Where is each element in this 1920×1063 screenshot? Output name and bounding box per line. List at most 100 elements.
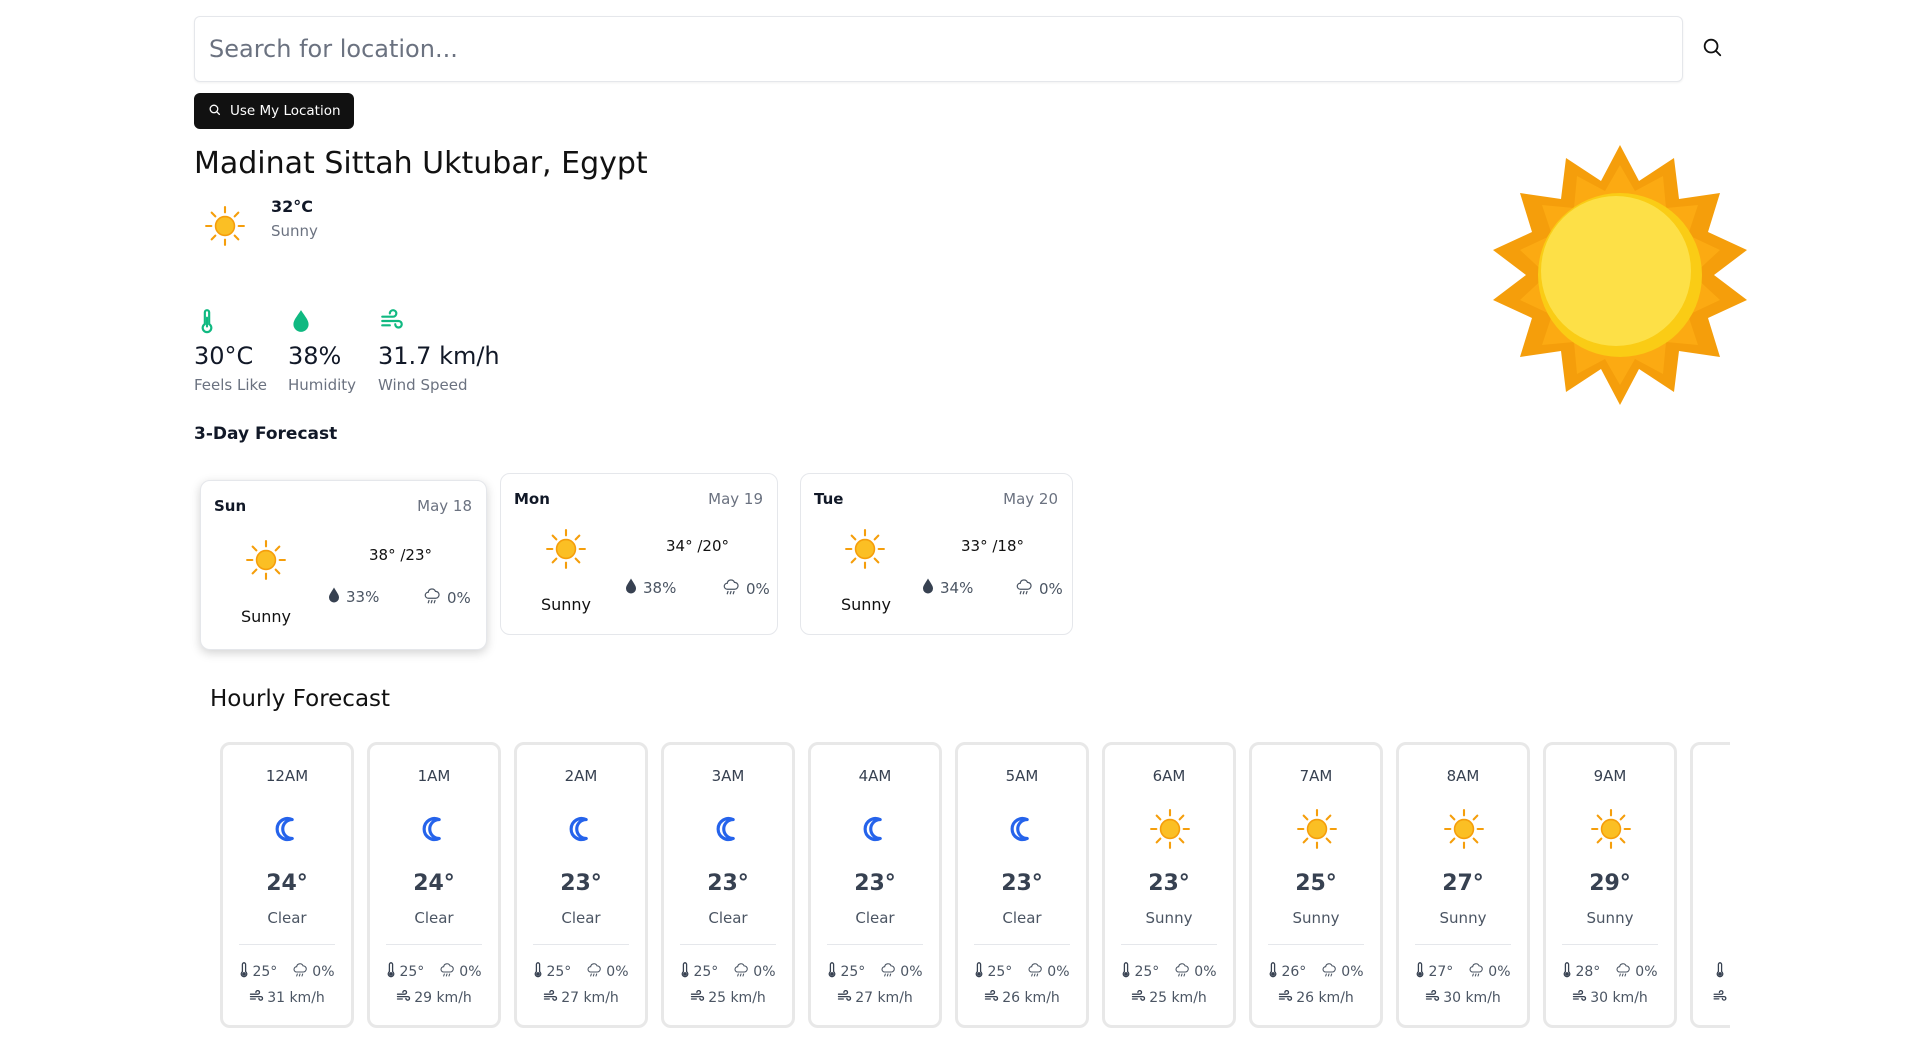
divider: [533, 944, 629, 945]
hourly-scroller[interactable]: 12AM 24° Clear 25° 0% 31 km/h 1AM 24° Clear 25° 0%…: [220, 740, 1730, 1032]
hour-feels-like: 25°: [546, 964, 572, 980]
hour-card[interactable]: 7AM 25° Sunny 26° 0% 26 km/h: [1249, 742, 1383, 1028]
hour-condition: Clear: [708, 909, 748, 927]
sun-icon: [245, 539, 287, 581]
day-humidity-value: 34%: [940, 579, 974, 597]
hour-temperature: 27°: [1442, 871, 1484, 896]
sun-icon: [1296, 808, 1338, 850]
hour-wind-speed: 30 km/h: [1590, 990, 1648, 1006]
cloud-rain-icon: [879, 962, 897, 982]
moon-icon: [414, 808, 456, 850]
hour-time: 3AM: [711, 767, 745, 785]
hour-rain-chance: 0%: [1488, 964, 1511, 980]
hour-card[interactable]: 12AM 24° Clear 25° 0% 31 km/h: [220, 742, 354, 1028]
hour-card[interactable]: 1AM 24° Clear 25° 0% 29 km/h: [367, 742, 501, 1028]
hour-card[interactable]: 6AM 23° Sunny 25° 0% 25 km/h: [1102, 742, 1236, 1028]
hour-temperature: 24°: [413, 871, 455, 896]
thermometer-icon: [239, 962, 249, 982]
hour-rain-chance: 0%: [1047, 964, 1070, 980]
hour-condition: Sunny: [1145, 909, 1193, 927]
sun-icon: [1443, 808, 1485, 850]
feels-like-stat: 30°C Feels Like: [194, 308, 267, 394]
day-condition: Sunny: [540, 595, 592, 614]
hour-wind: 29 km/h: [370, 989, 498, 1006]
hour-details: 25° 0%: [664, 962, 792, 982]
divider: [974, 944, 1070, 945]
wind-icon: [1425, 989, 1440, 1006]
search-icon: [1701, 36, 1723, 62]
day-name: Tue: [814, 490, 844, 508]
hour-condition: Clear: [267, 909, 307, 927]
day-low: /18°: [992, 537, 1025, 555]
day-rain-value: 0%: [447, 589, 471, 607]
search-icon: [208, 103, 221, 120]
hour-card[interactable]: 3AM 23° Clear 25° 0% 25 km/h: [661, 742, 795, 1028]
hour-condition: Clear: [414, 909, 454, 927]
day-humidity: 33%: [328, 587, 379, 607]
divider: [239, 944, 335, 945]
forecast-title: 3-Day Forecast: [194, 424, 338, 444]
cloud-rain-icon: [1026, 962, 1044, 982]
wind-icon: [984, 989, 999, 1006]
day-rain: 0%: [423, 587, 471, 609]
hour-temperature: 23°: [707, 871, 749, 896]
hour-wind: 25 km/h: [664, 989, 792, 1006]
use-my-location-label: Use My Location: [230, 103, 341, 119]
hour-card[interactable]: 9AM 29° Sunny 28° 0% 30 km/h: [1543, 742, 1677, 1028]
hour-condition: Sunny: [1586, 909, 1634, 927]
hour-card[interactable]: 2AM 23° Clear 25° 0% 27 km/h: [514, 742, 648, 1028]
hour-card[interactable]: 5AM 23° Clear 25° 0% 26 km/h: [955, 742, 1089, 1028]
day-humidity: 38%: [625, 578, 676, 598]
hour-feels-like: 25°: [840, 964, 866, 980]
wind-icon: [1131, 989, 1146, 1006]
use-my-location-button[interactable]: Use My Location: [194, 93, 354, 129]
wind-icon: [690, 989, 705, 1006]
wind-icon: [378, 308, 500, 334]
sun-icon: [1488, 143, 1752, 407]
search-input[interactable]: [194, 16, 1683, 82]
wind-icon: [1278, 989, 1293, 1006]
hour-wind-speed: 31 km/h: [267, 990, 325, 1006]
droplet-icon: [922, 578, 934, 598]
hour-wind-speed: 27 km/h: [561, 990, 619, 1006]
wind-icon: [249, 989, 264, 1006]
city-name: Madinat Sittah Uktubar, Egypt: [194, 146, 648, 181]
hour-card[interactable]: 4AM 23° Clear 25° 0% 27 km/h: [808, 742, 942, 1028]
wind-icon: [396, 989, 411, 1006]
hour-wind: 26 km/h: [1252, 989, 1380, 1006]
hour-feels-like: 25°: [693, 964, 719, 980]
hour-temperature: 23°: [854, 871, 896, 896]
day-card-mon[interactable]: Mon May 19 Sunny 34° /20° 38% 0%: [500, 473, 778, 635]
hour-temperature: 24°: [266, 871, 308, 896]
hour-wind-speed: 27 km/h: [855, 990, 913, 1006]
sun-icon: [1590, 808, 1632, 850]
day-humidity: 34%: [922, 578, 973, 598]
day-humidity-value: 33%: [346, 588, 380, 606]
search-button[interactable]: [1694, 31, 1730, 67]
divider: [1562, 944, 1658, 945]
hour-time: 1AM: [417, 767, 451, 785]
hour-condition: Clear: [1002, 909, 1042, 927]
day-date: May 20: [1003, 490, 1058, 508]
hour-feels-like: 27°: [1428, 964, 1454, 980]
hour-rain-chance: 0%: [1194, 964, 1217, 980]
hour-temperature: 23°: [560, 871, 602, 896]
day-rain: 0%: [722, 578, 770, 600]
thermometer-icon: [827, 962, 837, 982]
hour-wind-speed: 30 km/h: [1443, 990, 1501, 1006]
hour-rain-chance: 0%: [753, 964, 776, 980]
droplet-icon: [625, 578, 637, 598]
hour-details: 28° 0%: [1546, 962, 1674, 982]
cloud-rain-icon: [722, 578, 740, 600]
day-condition: Sunny: [240, 607, 292, 626]
day-temp-range: 33° /18°: [961, 537, 1024, 555]
day-card-sun[interactable]: Sun May 18 Sunny 38° /23° 33% 0%: [200, 480, 487, 650]
feels-like-label: Feels Like: [194, 376, 267, 394]
hour-wind: 25 km/h: [1105, 989, 1233, 1006]
hour-card[interactable]: 8AM 27° Sunny 27° 0% 30 km/h: [1396, 742, 1530, 1028]
day-card-tue[interactable]: Tue May 20 Sunny 33° /18° 34% 0%: [800, 473, 1073, 635]
hour-details: 25° 0%: [1105, 962, 1233, 982]
hour-card-partial[interactable]: [1690, 742, 1730, 1028]
hour-feels-like: 25°: [252, 964, 278, 980]
thermometer-icon: [974, 962, 984, 982]
